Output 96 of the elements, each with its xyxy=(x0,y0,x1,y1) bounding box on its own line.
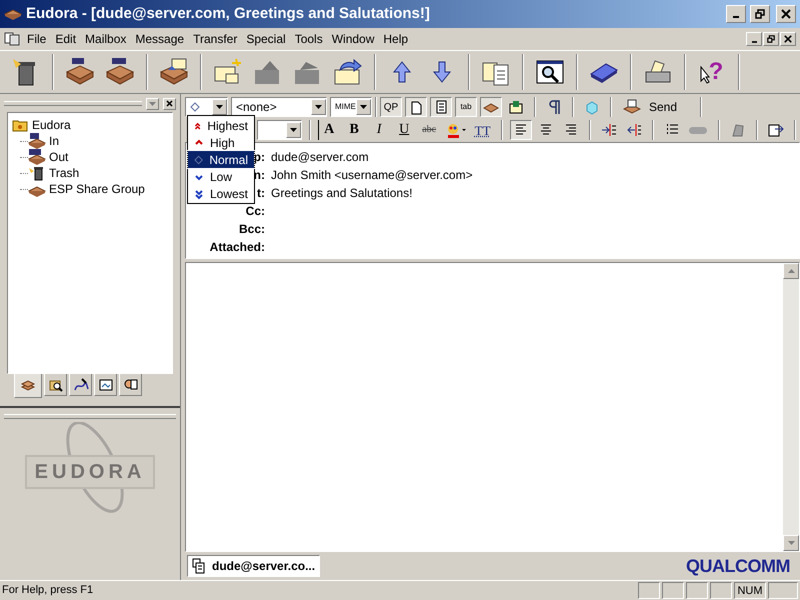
help-button[interactable]: ? xyxy=(694,54,730,90)
priority-option[interactable]: Normal xyxy=(188,151,254,168)
close-icon xyxy=(784,35,792,43)
tree-root-row[interactable]: Eudora xyxy=(12,117,168,133)
menu-item[interactable]: Mailbox xyxy=(81,30,130,48)
priority-dropdown[interactable] xyxy=(185,97,228,117)
minimize-icon xyxy=(752,40,756,42)
close-button[interactable] xyxy=(776,5,796,23)
brand-logo: QUALCOMM xyxy=(686,554,790,578)
tree-item[interactable]: ESP Share Group xyxy=(49,180,145,198)
restore-button[interactable] xyxy=(750,5,770,23)
minimize-button[interactable] xyxy=(726,5,746,23)
document-icon[interactable] xyxy=(4,31,22,47)
pointer-icon xyxy=(700,66,710,84)
menu-item[interactable]: Transfer xyxy=(189,30,242,48)
tree-item[interactable]: Out xyxy=(49,148,68,166)
tree-item-label: Eudora xyxy=(32,117,71,134)
text-document-button[interactable] xyxy=(430,97,452,117)
eudora-logo: EUDORA xyxy=(25,422,155,522)
signature-dropdown[interactable]: <none> xyxy=(231,97,327,117)
menu-item[interactable]: Help xyxy=(379,30,412,48)
num-lock-indicator: NUM xyxy=(734,582,766,599)
priority-normal-icon xyxy=(194,154,204,166)
tray-with-letter-icon xyxy=(623,99,641,115)
dropdown-arrow-icon xyxy=(216,105,223,109)
header-field-value[interactable]: John Smith <username@server.com> xyxy=(271,166,473,184)
panel-tab[interactable] xyxy=(14,374,42,398)
menu-item[interactable]: File xyxy=(23,30,50,48)
header-field-value[interactable]: Greetings and Salutations! xyxy=(271,184,412,202)
header-label: t: xyxy=(257,185,265,202)
menu-item[interactable]: Window xyxy=(328,30,378,48)
mailbox-tray-icon xyxy=(28,133,46,149)
mailbox-tray-icon xyxy=(28,149,46,165)
font-dropdown[interactable] xyxy=(257,120,302,140)
menu-item[interactable]: Message xyxy=(131,30,188,48)
text-document-icon[interactable] xyxy=(434,99,448,115)
tab-button[interactable]: tab xyxy=(455,97,477,117)
align-left-button[interactable] xyxy=(510,120,532,140)
qp-button[interactable]: QP xyxy=(380,97,402,117)
tree-item[interactable]: Trash xyxy=(49,164,80,182)
menu-item[interactable]: Tools xyxy=(290,30,327,48)
menu-item[interactable]: Edit xyxy=(51,30,80,48)
panel-menu-button[interactable] xyxy=(146,98,159,110)
underline-button[interactable]: U xyxy=(393,120,416,140)
priority-normal-icon xyxy=(190,101,200,113)
document-minimize-button[interactable] xyxy=(746,32,762,46)
priority-option[interactable]: Lowest xyxy=(188,185,254,202)
panel-close-button[interactable] xyxy=(163,98,176,110)
window-task-button[interactable]: dude@server.co... xyxy=(187,555,320,577)
text-size-button[interactable]: TT xyxy=(472,120,494,140)
header-field-value[interactable]: dude@server.com xyxy=(271,148,369,166)
dropdown-arrow-icon xyxy=(360,105,367,109)
encoding-dropdown[interactable]: MIME xyxy=(330,97,372,117)
send-button[interactable]: Send xyxy=(619,97,682,117)
header-label: Attached: xyxy=(210,239,265,256)
italic-button[interactable]: I xyxy=(368,120,390,140)
priority-option[interactable]: Low xyxy=(188,168,254,185)
panel-tab[interactable] xyxy=(94,374,117,396)
stacked-trays-icon xyxy=(20,378,36,394)
dropdown-arrow-icon xyxy=(149,102,156,106)
menu-item[interactable]: Special xyxy=(242,30,290,48)
status-panel xyxy=(662,582,684,599)
panel-tab[interactable] xyxy=(69,374,92,396)
close-icon xyxy=(166,100,173,107)
bold-button[interactable]: B xyxy=(343,120,366,140)
header-label: Cc: xyxy=(246,203,265,220)
restore-icon xyxy=(755,9,765,19)
folder-icon xyxy=(12,118,28,132)
status-panel xyxy=(638,582,660,599)
priority-option[interactable]: High xyxy=(188,134,254,151)
pilcrow-icon[interactable] xyxy=(548,99,560,115)
document-close-button[interactable] xyxy=(780,32,796,46)
person-card-icon xyxy=(122,376,138,392)
header-label: Bcc: xyxy=(238,221,265,238)
minimize-icon xyxy=(733,16,739,18)
status-panel xyxy=(710,582,732,599)
dropdown-arrow-icon xyxy=(290,128,298,132)
font-size-button[interactable]: A xyxy=(318,120,340,140)
priority-lowest-icon xyxy=(194,188,204,200)
panel-tab[interactable] xyxy=(44,374,67,396)
pen-scribble-icon xyxy=(72,376,88,392)
status-panel xyxy=(686,582,708,599)
picture-card-icon xyxy=(98,376,114,392)
tree-item[interactable]: In xyxy=(49,132,60,150)
status-text: For Help, press F1 xyxy=(1,583,94,598)
priority-option[interactable]: Highest xyxy=(188,117,254,134)
trash-can-icon xyxy=(28,165,46,181)
document-restore-button[interactable] xyxy=(763,32,779,46)
strikethrough-button[interactable]: abc xyxy=(418,120,440,140)
close-icon xyxy=(781,9,791,19)
status-panel xyxy=(768,582,798,599)
dropdown-arrow-icon xyxy=(315,105,322,109)
panel-tab[interactable] xyxy=(119,374,142,396)
attachment-button[interactable] xyxy=(405,97,427,117)
restore-icon xyxy=(767,35,775,43)
window-title: Eudora - [dude@server.com, Greetings and Salutations!] xyxy=(26,4,430,24)
